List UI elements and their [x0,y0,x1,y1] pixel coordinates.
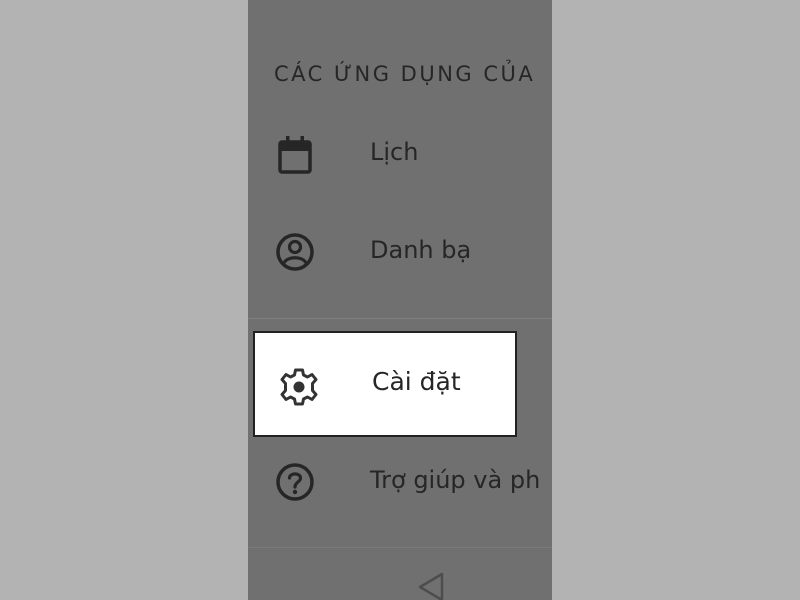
phone-screen: CÁC ỨNG DỤNG CỦA Lịch Danh bạ Trợ giúp v… [248,0,552,600]
back-triangle-icon[interactable] [416,570,446,600]
drawer-item-help[interactable]: Trợ giúp và ph [248,452,552,512]
drawer-item-settings[interactable]: Cài đặt [253,331,517,437]
contacts-icon [275,232,315,272]
help-icon [275,462,315,502]
settings-gear-icon [277,365,321,409]
calendar-icon [275,134,315,174]
drawer-divider [248,318,552,319]
navigation-bar [248,547,552,600]
drawer-item-label: Trợ giúp và ph [370,466,541,494]
section-header-apps: CÁC ỨNG DỤNG CỦA [274,62,536,86]
drawer-item-label: Danh bạ [370,236,472,264]
settings-label: Cài đặt [372,367,461,396]
drawer-item-label: Lịch [370,138,419,166]
drawer-item-contacts[interactable]: Danh bạ [248,222,552,282]
drawer-item-calendar[interactable]: Lịch [248,124,552,184]
